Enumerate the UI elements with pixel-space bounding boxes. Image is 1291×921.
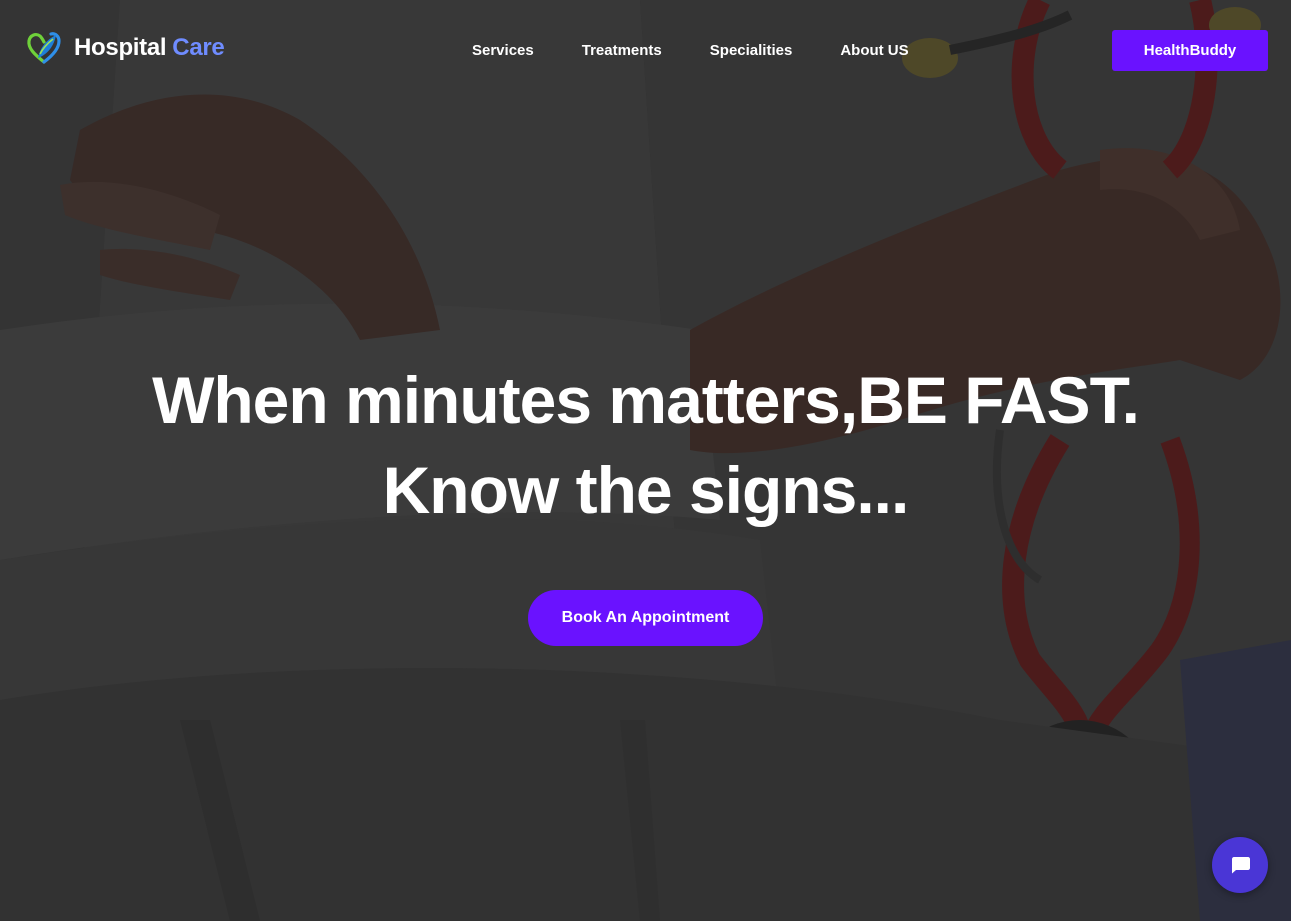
healthbuddy-button[interactable]: HealthBuddy — [1112, 30, 1268, 71]
brand-name: Hospital Care — [74, 34, 225, 62]
hero-headline-line1: When minutes matters,BE FAST. — [152, 363, 1140, 437]
chat-bubble-icon — [1232, 857, 1250, 874]
hero-headline-line2: Know the signs... — [382, 453, 910, 527]
chat-widget-button[interactable] — [1212, 837, 1268, 893]
navbar: Hospital Care Services Treatments Special… — [0, 0, 1291, 100]
hero-headline: When minutes matters,BE FAST. Know the s… — [0, 355, 1291, 535]
nav-link-specialities[interactable]: Specialities — [710, 40, 793, 62]
nav-link-about-us[interactable]: About US — [840, 40, 908, 62]
brand-name-part2: Care — [172, 34, 225, 61]
heart-leaf-logo-icon — [27, 32, 61, 64]
main-nav: Services Treatments Specialities About U… — [472, 40, 909, 62]
brand-logo[interactable]: Hospital Care — [26, 30, 225, 66]
brand-name-part1: Hospital — [74, 34, 167, 61]
nav-link-services[interactable]: Services — [472, 40, 534, 62]
hero-section: Hospital Care Services Treatments Special… — [0, 0, 1291, 921]
nav-link-treatments[interactable]: Treatments — [582, 40, 662, 62]
book-appointment-button[interactable]: Book An Appointment — [528, 590, 763, 646]
